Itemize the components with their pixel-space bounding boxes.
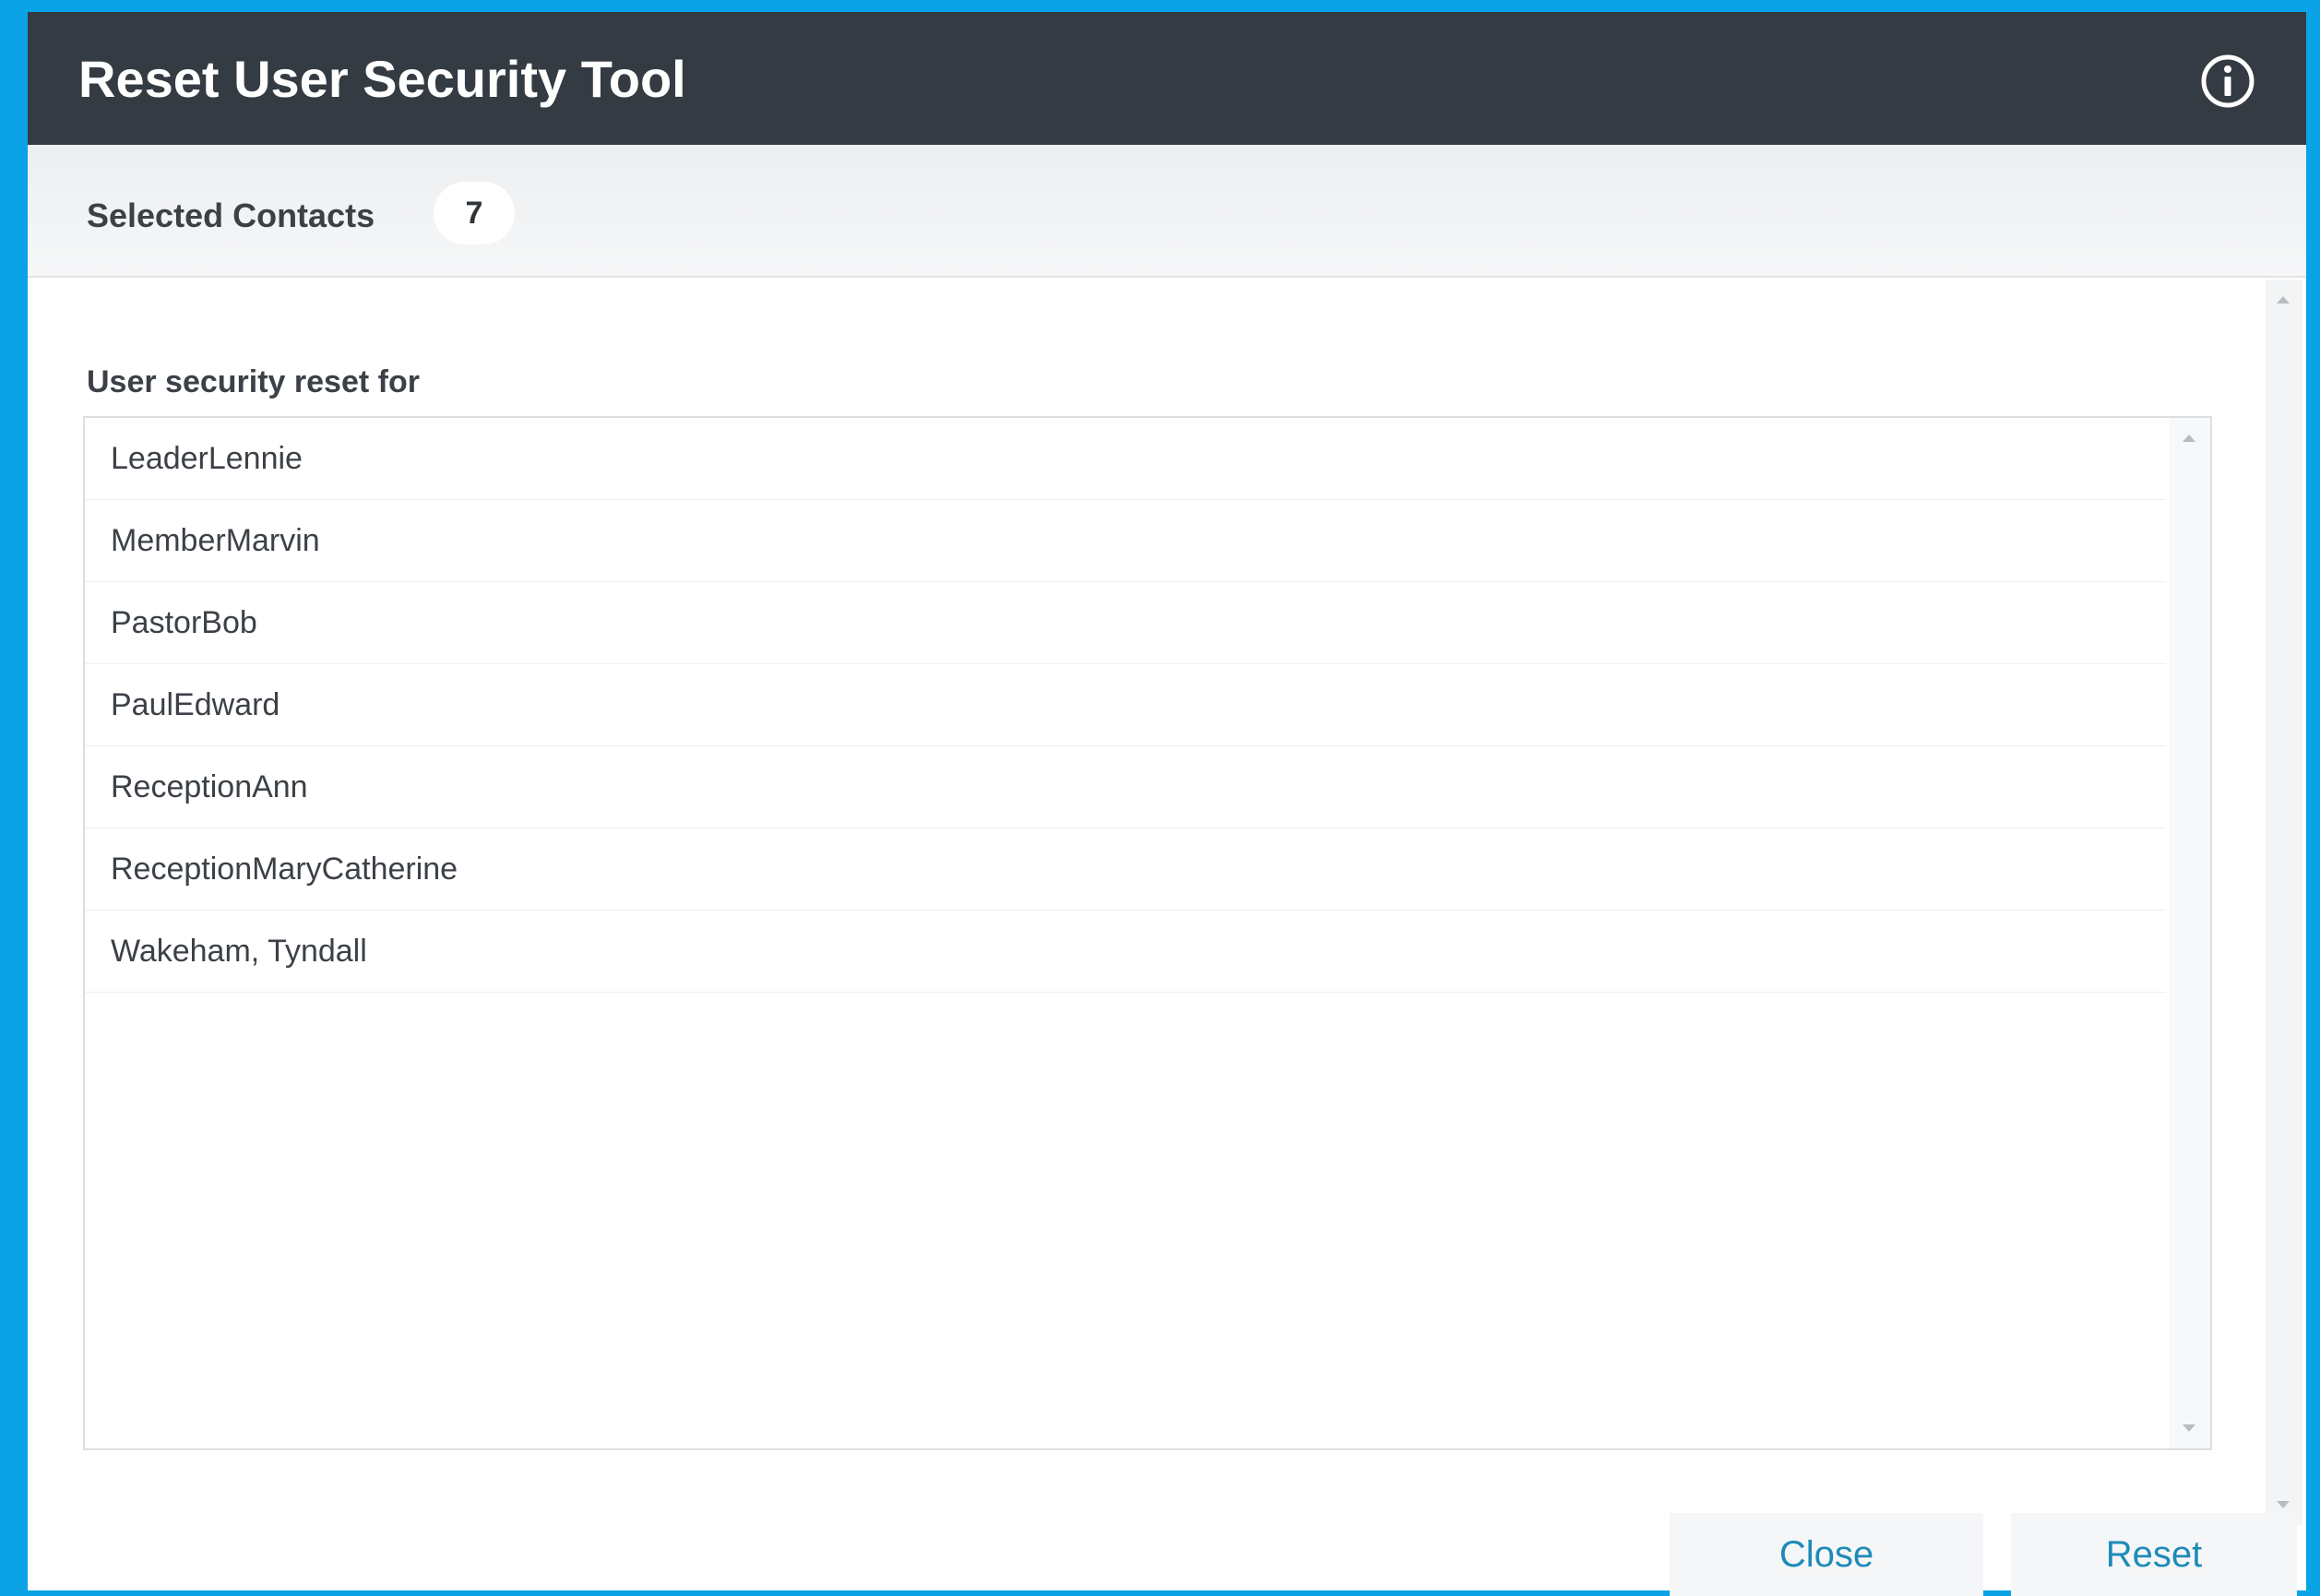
selected-contacts-label: Selected Contacts (87, 197, 375, 234)
dialog-scrollbar[interactable] (2266, 280, 2302, 1525)
list-scrollbar[interactable] (2170, 418, 2210, 1448)
dialog-titlebar: Reset User Security Tool (28, 12, 2306, 145)
scroll-up-arrow-icon[interactable] (2277, 296, 2290, 304)
scroll-down-arrow-icon[interactable] (2277, 1501, 2290, 1508)
scroll-down-arrow-icon[interactable] (2183, 1424, 2195, 1432)
close-button[interactable]: Close (1670, 1513, 1983, 1596)
list-item[interactable]: ReceptionAnn (85, 746, 2166, 828)
user-listbox[interactable]: LeaderLennie MemberMarvin PastorBob PaulEdw… (83, 416, 2212, 1450)
reset-user-security-dialog: Reset User Security Tool Selected Contac… (28, 12, 2306, 1590)
selected-contacts-count-badge: 7 (434, 182, 515, 244)
info-icon[interactable] (2200, 54, 2255, 109)
dialog-title: Reset User Security Tool (78, 50, 686, 108)
list-item[interactable]: PaulEdward (85, 664, 2166, 746)
list-item[interactable]: Wakeham, Tyndall (85, 911, 2166, 993)
list-item[interactable]: MemberMarvin (85, 500, 2166, 582)
list-item[interactable]: PastorBob (85, 582, 2166, 664)
list-item[interactable]: LeaderLennie (85, 418, 2166, 500)
user-list: LeaderLennie MemberMarvin PastorBob PaulEdw… (85, 418, 2166, 993)
selected-contacts-bar: Selected Contacts 7 (28, 145, 2306, 278)
list-item[interactable]: ReceptionMaryCatherine (85, 828, 2166, 911)
reset-button[interactable]: Reset (2011, 1513, 2297, 1596)
user-security-reset-label: User security reset for (87, 364, 420, 399)
scroll-up-arrow-icon[interactable] (2183, 435, 2195, 442)
